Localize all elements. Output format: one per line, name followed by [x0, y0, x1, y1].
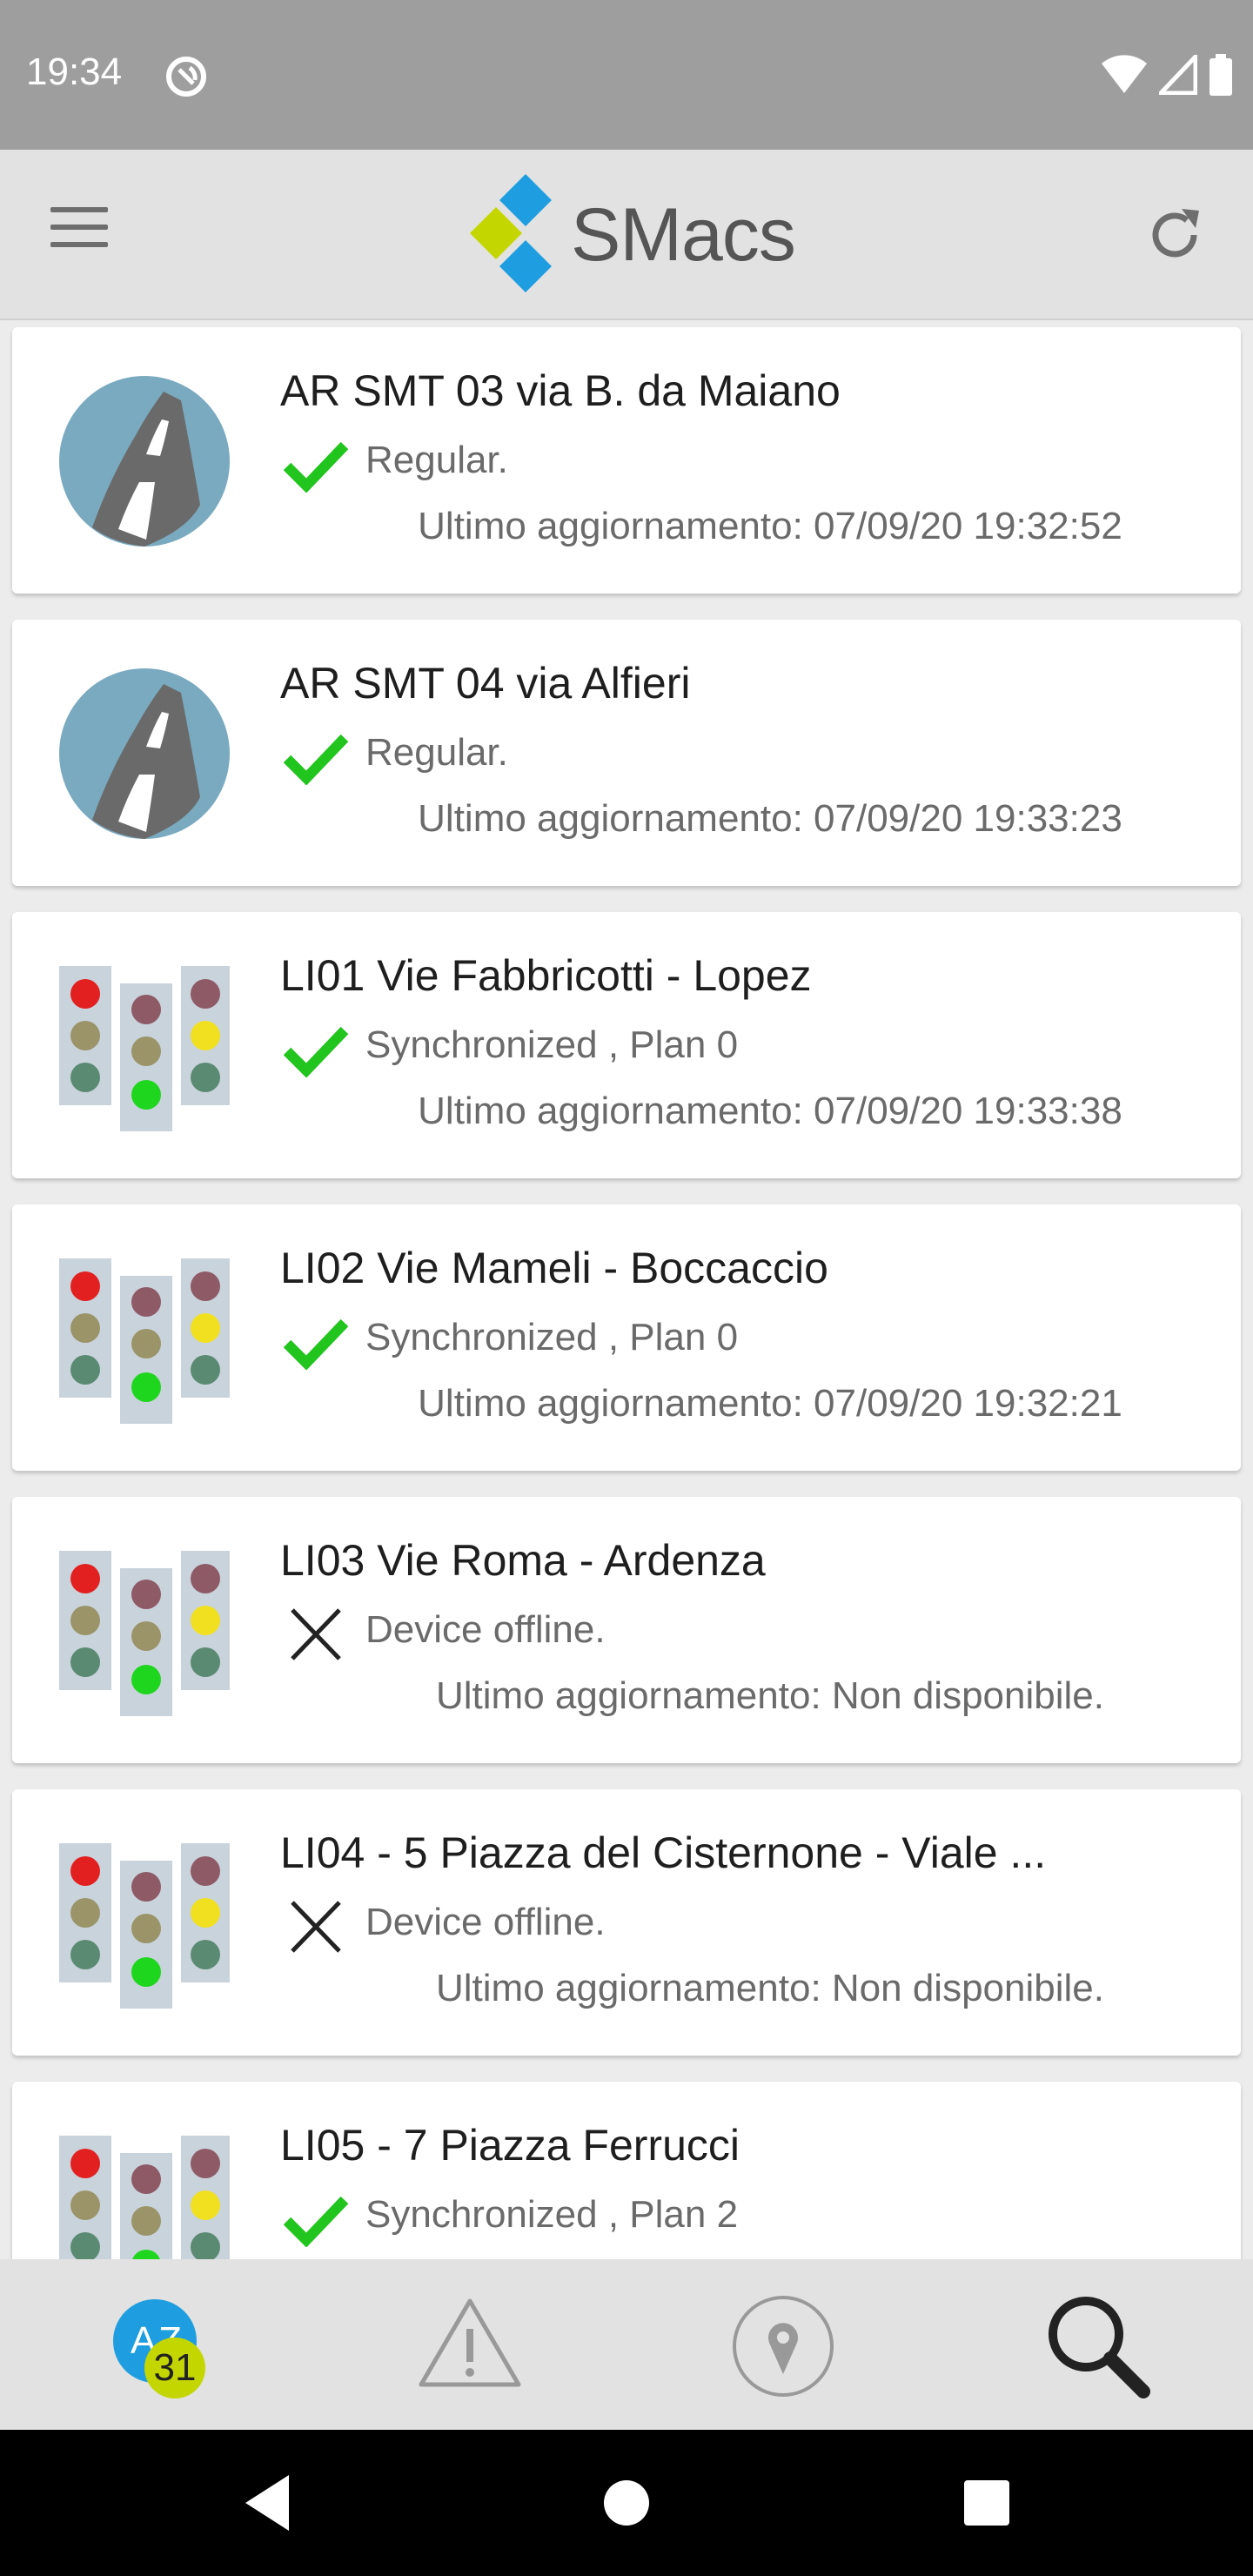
search-icon: [1049, 2297, 1150, 2398]
location-pin-icon: [733, 2296, 834, 2397]
screen: { "status_bar": { "time": "19:34", "sync…: [0, 0, 1253, 2576]
system-nav-bar: [0, 2430, 1253, 2576]
count-badge: 31: [144, 2338, 205, 2398]
device-title: LI01 Vie Fabbricotti - Lopez: [280, 951, 812, 1000]
device-title: LI04 - 5 Piazza del Cisternone - Viale .…: [280, 1828, 1047, 1877]
app-bar: SMacs: [0, 150, 1253, 320]
warning-icon: [419, 2298, 521, 2387]
device-last-update: Ultimo aggiornamento: 07/09/20 19:32:21: [418, 1382, 1122, 1425]
device-title: AR SMT 04 via Alfieri: [280, 659, 691, 708]
device-card[interactable]: LI04 - 5 Piazza del Cisternone - Viale .…: [12, 1789, 1241, 2056]
device-status: Synchronized , Plan 0: [365, 1316, 739, 1358]
device-card[interactable]: AR SMT 03 via B. da Maiano Regular. Ultim…: [12, 327, 1241, 594]
offline-x-icon: [291, 1608, 341, 1660]
alarms-tab[interactable]: [313, 2259, 626, 2430]
device-card[interactable]: AR SMT 04 via Alfieri Regular. Ultimo agg…: [12, 620, 1241, 886]
device-status: Synchronized , Plan 2: [365, 2193, 739, 2236]
device-last-update: Ultimo aggiornamento: 07/09/20 19:32:52: [418, 505, 1122, 547]
app-logo: SMacs: [470, 174, 796, 296]
status-time: 19:34: [26, 50, 123, 93]
device-status: Regular.: [365, 439, 508, 481]
sync-icon: [166, 57, 206, 97]
recents-icon[interactable]: [952, 2468, 1022, 2538]
signal-icon: [1159, 55, 1197, 95]
device-card[interactable]: LI02 Vie Mameli - Boccaccio Synchronized…: [12, 1204, 1241, 1471]
device-last-update: Ultimo aggiornamento: 07/09/20 19:33:38: [418, 1090, 1122, 1132]
device-title: LI05 - 7 Piazza Ferrucci: [280, 2121, 740, 2170]
back-icon[interactable]: [235, 2468, 305, 2538]
device-status: Synchronized , Plan 0: [365, 1023, 739, 1066]
menu-icon[interactable]: [50, 207, 120, 263]
device-status: Device offline.: [365, 1901, 606, 1943]
device-status: Regular.: [365, 731, 508, 774]
device-title: LI02 Vie Mameli - Boccaccio: [280, 1244, 828, 1292]
refresh-icon[interactable]: [1142, 202, 1208, 268]
device-last-update: Ultimo aggiornamento: Non disponibile.: [436, 1674, 1104, 1717]
device-title: LI03 Vie Roma - Ardenza: [280, 1536, 766, 1585]
device-list[interactable]: AR SMT 03 via B. da Maiano Regular. Ultim…: [0, 322, 1253, 2259]
check-icon: [284, 734, 348, 785]
device-card[interactable]: LI01 Vie Fabbricotti - Lopez Synchronize…: [12, 912, 1241, 1178]
device-card[interactable]: LI05 - 7 Piazza Ferrucci Synchronized , …: [12, 2082, 1241, 2259]
offline-x-icon: [291, 1901, 341, 1953]
check-icon: [284, 1318, 348, 1370]
device-last-update: Ultimo aggiornamento: 07/09/20 19:33:23: [418, 797, 1122, 840]
battery-icon: [1209, 54, 1232, 96]
traffic-light-icon: [59, 2136, 230, 2259]
search-tab[interactable]: [940, 2259, 1253, 2430]
az-list-tab[interactable]: A Z 31: [0, 2259, 313, 2430]
check-icon: [284, 2196, 348, 2247]
wifi-icon: [1102, 55, 1147, 93]
device-status: Device offline.: [365, 1608, 606, 1651]
device-card[interactable]: LI03 Vie Roma - Ardenza Device offline. U…: [12, 1497, 1241, 1763]
check-icon: [284, 1026, 348, 1077]
map-tab[interactable]: [626, 2259, 940, 2430]
app-title: SMacs: [571, 192, 796, 277]
status-bar: 19:34: [0, 0, 1253, 150]
check-icon: [284, 441, 348, 493]
device-last-update: Ultimo aggiornamento: Non disponibile.: [436, 1967, 1104, 2009]
bottom-tab-bar: A Z 31: [0, 2259, 1253, 2430]
logo-icon: [470, 174, 552, 292]
device-title: AR SMT 03 via B. da Maiano: [280, 366, 841, 415]
home-icon[interactable]: [592, 2468, 661, 2538]
